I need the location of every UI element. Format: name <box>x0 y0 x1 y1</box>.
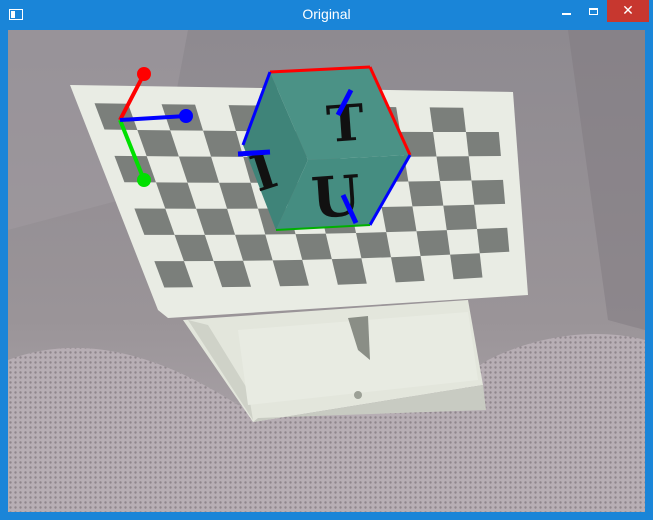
checker-square <box>436 156 472 182</box>
checker-square <box>465 131 501 157</box>
scene-canvas: T I U <box>8 30 645 512</box>
axis-x-endpoint <box>137 67 151 81</box>
close-icon: ✕ <box>622 3 634 19</box>
cube-axis-left <box>237 149 271 157</box>
checker-square <box>408 181 444 207</box>
minimize-button[interactable] <box>553 0 580 22</box>
checker-square <box>443 204 477 231</box>
checker-square <box>471 179 506 205</box>
checker-square <box>331 258 367 285</box>
checker-square <box>416 230 451 257</box>
maximize-icon <box>589 7 598 15</box>
apple-logo <box>354 391 362 399</box>
maximize-button[interactable] <box>580 0 607 22</box>
checker-square <box>429 107 466 132</box>
checker-square <box>476 227 510 254</box>
close-button[interactable]: ✕ <box>607 0 649 22</box>
axis-y-endpoint <box>137 173 151 187</box>
checker-square <box>390 256 425 283</box>
camera-view: T I U <box>8 30 645 512</box>
minimize-icon <box>562 12 571 15</box>
checker-square <box>450 253 483 280</box>
title-bar[interactable]: Original ✕ <box>0 0 653 30</box>
app-window: Original ✕ T I U <box>0 0 653 520</box>
checker-square <box>381 206 417 233</box>
checker-square <box>356 232 391 259</box>
axis-z-endpoint <box>179 109 193 123</box>
